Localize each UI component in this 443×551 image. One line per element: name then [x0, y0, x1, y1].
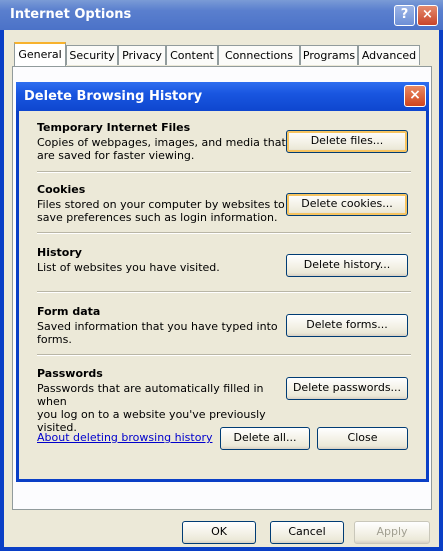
temp-files-desc-line: are saved for faster viewing. — [37, 149, 195, 162]
cookies-desc-line: Files stored on your computer by website… — [37, 198, 285, 211]
cookies-title: Cookies — [37, 183, 86, 196]
window-title: Internet Options — [10, 7, 132, 22]
delete-all-button[interactable]: Delete all... — [220, 427, 310, 450]
dialog-close-button[interactable]: × — [404, 85, 426, 107]
help-button[interactable]: ? — [394, 5, 415, 26]
history-desc: List of websites you have visited. — [37, 261, 287, 274]
passwords-section: Passwords Passwords that are automatical… — [37, 367, 287, 434]
divider — [37, 291, 411, 293]
form-data-title: Form data — [37, 305, 101, 318]
temp-files-section: Temporary Internet Files Copies of webpa… — [37, 121, 287, 162]
tab-connections[interactable]: Connections — [218, 45, 300, 65]
dialog-footer: OK Cancel Apply — [4, 515, 439, 547]
delete-cookies-button[interactable]: Delete cookies... — [286, 193, 408, 216]
divider — [37, 171, 411, 173]
passwords-desc-line: you log on to a website you've previousl… — [37, 408, 266, 421]
passwords-title: Passwords — [37, 367, 103, 380]
tab-general[interactable]: General — [14, 42, 66, 66]
ok-button[interactable]: OK — [182, 521, 256, 544]
cookies-desc: Files stored on your computer by website… — [37, 198, 287, 224]
tab-programs[interactable]: Programs — [300, 45, 358, 65]
history-section: History List of websites you have visite… — [37, 246, 287, 274]
divider — [37, 354, 411, 356]
close-window-button[interactable]: × — [417, 5, 438, 26]
title-bar[interactable]: Internet Options ? × — [0, 0, 443, 30]
delete-history-button[interactable]: Delete history... — [286, 254, 408, 277]
tab-advanced[interactable]: Advanced — [358, 45, 420, 65]
delete-browsing-history-dialog: Delete Browsing History × Temporary Inte… — [16, 82, 429, 482]
tab-privacy[interactable]: Privacy — [118, 45, 166, 65]
cookies-section: Cookies Files stored on your computer by… — [37, 183, 287, 224]
history-title: History — [37, 246, 82, 259]
passwords-desc-line: Passwords that are automatically filled … — [37, 382, 264, 408]
about-deleting-history-link[interactable]: About deleting browsing history — [37, 431, 212, 444]
form-data-desc-line: Saved information that you have typed in… — [37, 320, 278, 333]
dialog-title: Delete Browsing History — [24, 89, 203, 104]
dialog-title-bar[interactable]: Delete Browsing History × — [16, 82, 429, 111]
cancel-button[interactable]: Cancel — [270, 521, 344, 544]
delete-passwords-button[interactable]: Delete passwords... — [286, 377, 408, 400]
delete-forms-button[interactable]: Delete forms... — [286, 314, 408, 337]
close-button[interactable]: Close — [317, 427, 408, 450]
temp-files-desc: Copies of webpages, images, and media th… — [37, 136, 287, 162]
form-data-desc: Saved information that you have typed in… — [37, 320, 287, 346]
tab-content[interactable]: Content — [166, 45, 218, 65]
history-desc-line: List of websites you have visited. — [37, 261, 220, 274]
form-data-section: Form data Saved information that you hav… — [37, 305, 287, 346]
apply-button[interactable]: Apply — [354, 521, 430, 544]
tab-security[interactable]: Security — [66, 45, 118, 65]
temp-files-title: Temporary Internet Files — [37, 121, 191, 134]
cookies-desc-line: save preferences such as login informati… — [37, 211, 278, 224]
delete-files-button[interactable]: Delete files... — [286, 130, 408, 153]
form-data-desc-line: forms. — [37, 333, 72, 346]
dialog-body: Temporary Internet Files Copies of webpa… — [19, 111, 426, 479]
divider — [37, 232, 411, 234]
temp-files-desc-line: Copies of webpages, images, and media th… — [37, 136, 286, 149]
